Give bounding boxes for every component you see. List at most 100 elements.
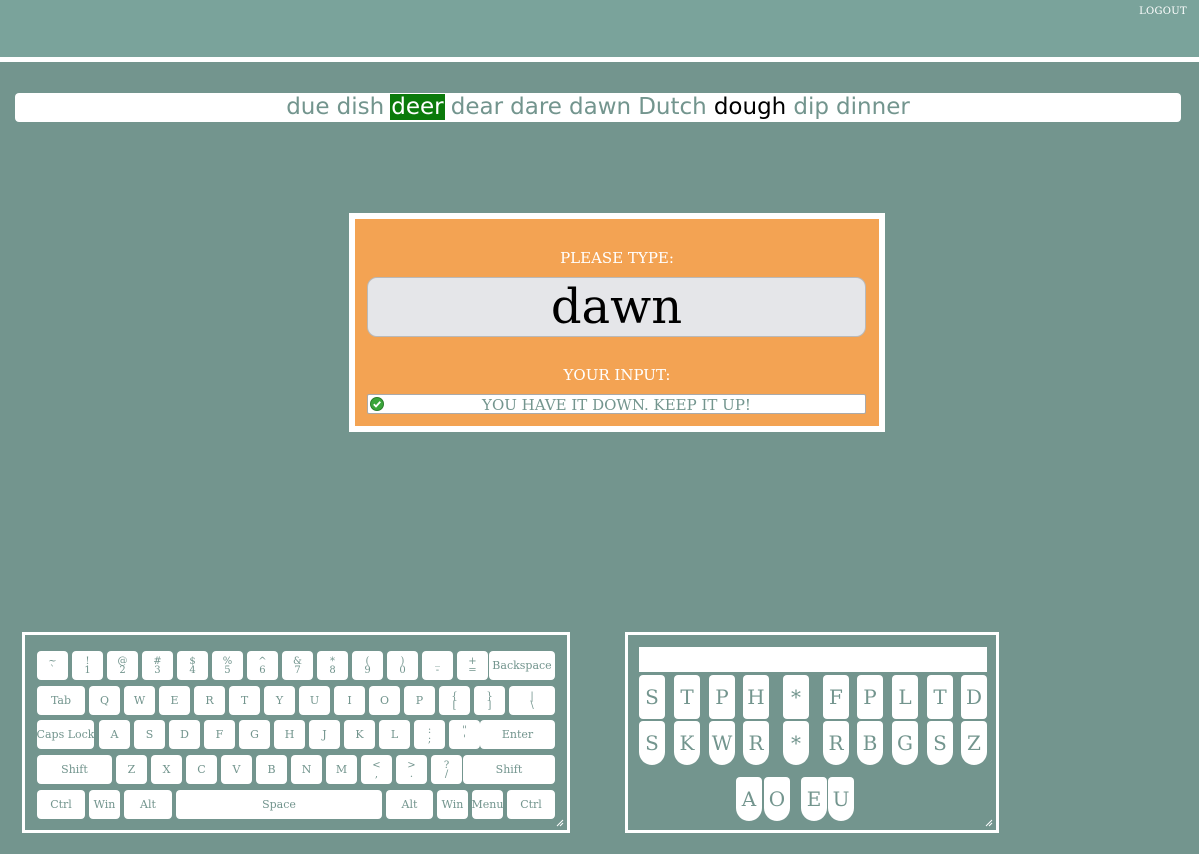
alt-key[interactable]: Alt: [386, 790, 433, 819]
caps-lock-key[interactable]: Caps Lock: [37, 720, 94, 749]
key[interactable]: F: [204, 720, 235, 749]
key[interactable]: L: [379, 720, 410, 749]
key[interactable]: G: [239, 720, 270, 749]
logout-link[interactable]: LOGOUT: [1139, 6, 1187, 17]
steno-key[interactable]: D: [961, 675, 987, 719]
key[interactable]: V: [221, 755, 252, 784]
key[interactable]: J: [309, 720, 340, 749]
steno-key[interactable]: G: [892, 721, 918, 765]
key[interactable]: | \: [509, 686, 555, 715]
key[interactable]: Z: [116, 755, 147, 784]
steno-key[interactable]: T: [674, 675, 700, 719]
shift-key[interactable]: Shift: [463, 755, 555, 784]
key[interactable]: O: [369, 686, 400, 715]
key[interactable]: # 3: [142, 651, 173, 680]
your-input-label: YOUR INPUT:: [563, 366, 671, 384]
steno-key[interactable]: S: [639, 721, 665, 765]
steno-key[interactable]: T: [927, 675, 953, 719]
key[interactable]: H: [274, 720, 305, 749]
win-key[interactable]: Win: [89, 790, 120, 819]
ctrl-key[interactable]: Ctrl: [37, 790, 85, 819]
steno-key[interactable]: B: [857, 721, 883, 765]
key[interactable]: ^ 6: [247, 651, 278, 680]
steno-key[interactable]: H: [743, 675, 769, 719]
key[interactable]: + =: [457, 651, 488, 680]
key[interactable]: } ]: [474, 686, 505, 715]
word-strip: due dish deer dear dare dawn Dutch dough…: [15, 93, 1181, 122]
key[interactable]: K: [344, 720, 375, 749]
key[interactable]: ) 0: [387, 651, 418, 680]
key[interactable]: @ 2: [107, 651, 138, 680]
enter-key[interactable]: Enter: [480, 720, 555, 749]
steno-key[interactable]: R: [743, 721, 769, 765]
key[interactable]: E: [159, 686, 190, 715]
key[interactable]: ? /: [431, 755, 462, 784]
steno-key[interactable]: F: [823, 675, 849, 719]
key[interactable]: _ -: [422, 651, 453, 680]
steno-vowel-key[interactable]: O: [764, 777, 790, 821]
key[interactable]: & 7: [282, 651, 313, 680]
key[interactable]: A: [99, 720, 130, 749]
key[interactable]: ( 9: [352, 651, 383, 680]
key[interactable]: * 8: [317, 651, 348, 680]
word-item: dinner: [836, 94, 910, 120]
key[interactable]: P: [404, 686, 435, 715]
key[interactable]: $ 4: [177, 651, 208, 680]
word-item: dawn: [569, 94, 632, 120]
steno-vowel-key[interactable]: E: [801, 777, 827, 821]
key[interactable]: Q: [89, 686, 120, 715]
ctrl-key[interactable]: Ctrl: [507, 790, 555, 819]
steno-key[interactable]: W: [709, 721, 735, 765]
resize-handle-icon[interactable]: [556, 819, 564, 827]
key[interactable]: Y: [264, 686, 295, 715]
resize-handle-icon[interactable]: [985, 819, 993, 827]
tab-key[interactable]: Tab: [37, 686, 85, 715]
steno-key[interactable]: P: [857, 675, 883, 719]
key[interactable]: C: [186, 755, 217, 784]
steno-key[interactable]: R: [823, 721, 849, 765]
alt-key[interactable]: Alt: [124, 790, 172, 819]
steno-key[interactable]: P: [709, 675, 735, 719]
steno-vowel-key[interactable]: U: [828, 777, 854, 821]
key[interactable]: % 5: [212, 651, 243, 680]
key[interactable]: T: [229, 686, 260, 715]
steno-key[interactable]: S: [639, 675, 665, 719]
key[interactable]: " ': [449, 720, 480, 749]
please-type-label: PLEASE TYPE:: [560, 249, 674, 267]
shift-key[interactable]: Shift: [37, 755, 112, 784]
key[interactable]: W: [124, 686, 155, 715]
key[interactable]: U: [299, 686, 330, 715]
check-icon: [370, 397, 384, 411]
space-key[interactable]: Space: [176, 790, 382, 819]
key[interactable]: { [: [439, 686, 470, 715]
input-field[interactable]: YOU HAVE IT DOWN. KEEP IT UP!: [367, 394, 866, 414]
key[interactable]: : ;: [414, 720, 445, 749]
key[interactable]: < ,: [361, 755, 392, 784]
steno-key[interactable]: Z: [961, 721, 987, 765]
word-item: dear: [450, 94, 504, 120]
key[interactable]: S: [134, 720, 165, 749]
win-key[interactable]: Win: [437, 790, 468, 819]
key[interactable]: I: [334, 686, 365, 715]
typing-panel: PLEASE TYPE: dawn YOUR INPUT: YOU HAVE I…: [349, 213, 885, 432]
typing-panel-body: PLEASE TYPE: dawn YOUR INPUT: YOU HAVE I…: [355, 219, 879, 426]
steno-key[interactable]: *: [783, 721, 809, 765]
key[interactable]: B: [256, 755, 287, 784]
key[interactable]: X: [151, 755, 182, 784]
key[interactable]: R: [194, 686, 225, 715]
key[interactable]: D: [169, 720, 200, 749]
key[interactable]: N: [291, 755, 322, 784]
key[interactable]: M: [326, 755, 357, 784]
steno-key[interactable]: L: [892, 675, 918, 719]
backspace-key[interactable]: Backspace: [489, 651, 555, 680]
key[interactable]: > .: [396, 755, 427, 784]
menu-key[interactable]: Menu: [472, 790, 503, 819]
steno-key[interactable]: S: [927, 721, 953, 765]
steno-display: [639, 647, 987, 672]
steno-vowel-key[interactable]: A: [736, 777, 762, 821]
target-word-box: dawn: [367, 277, 866, 337]
steno-key[interactable]: *: [783, 675, 809, 719]
steno-key[interactable]: K: [674, 721, 700, 765]
key[interactable]: ~ `: [37, 651, 68, 680]
key[interactable]: ! 1: [72, 651, 103, 680]
